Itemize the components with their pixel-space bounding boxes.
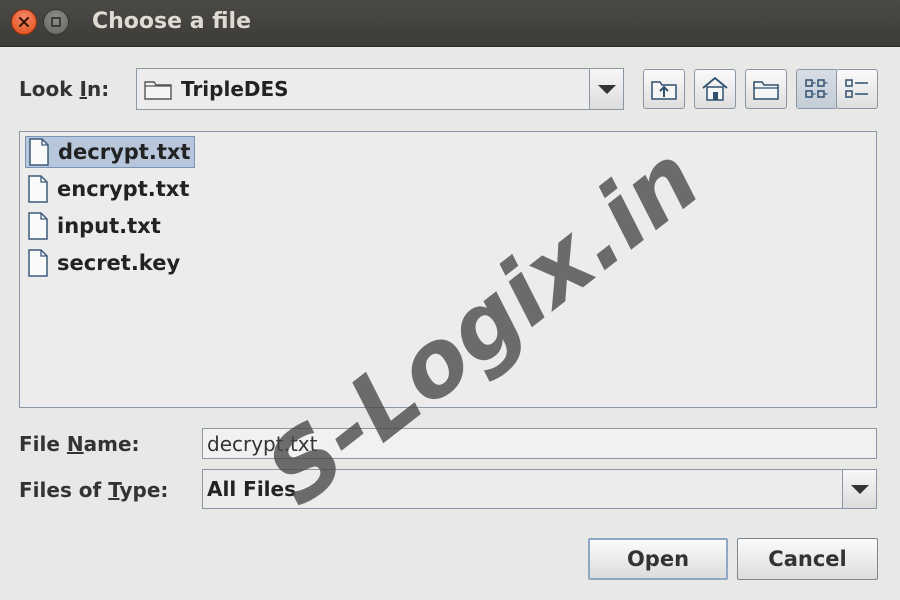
up-folder-icon bbox=[651, 81, 677, 100]
file-type-dropdown-button[interactable] bbox=[842, 470, 876, 508]
home-icon bbox=[702, 76, 728, 101]
details-view-icon bbox=[845, 79, 868, 98]
file-item-input[interactable]: input.txt bbox=[25, 210, 165, 242]
minimize-icon bbox=[51, 17, 61, 27]
title-bar: Choose a file bbox=[0, 0, 900, 47]
new-folder-button[interactable] bbox=[745, 69, 787, 109]
file-icon bbox=[28, 249, 48, 277]
file-item-encrypt[interactable]: encrypt.txt bbox=[25, 173, 193, 205]
file-icon bbox=[29, 138, 49, 166]
look-in-dropdown-button[interactable] bbox=[589, 69, 623, 109]
file-list[interactable]: decrypt.txt encrypt.txt input.txt secret… bbox=[19, 131, 877, 408]
open-button[interactable]: Open bbox=[588, 538, 728, 580]
file-name-input[interactable] bbox=[202, 428, 877, 459]
file-type-combobox[interactable]: All Files bbox=[202, 469, 877, 509]
details-view-button[interactable] bbox=[836, 69, 878, 109]
chevron-down-icon bbox=[597, 84, 616, 94]
file-name: input.txt bbox=[57, 214, 161, 238]
new-folder-icon bbox=[753, 81, 779, 100]
file-item-secret[interactable]: secret.key bbox=[25, 247, 184, 279]
file-icon bbox=[28, 212, 48, 240]
look-in-value: TripleDES bbox=[181, 77, 289, 101]
file-name: decrypt.txt bbox=[58, 140, 191, 164]
list-view-icon bbox=[805, 79, 828, 98]
home-button[interactable] bbox=[694, 69, 736, 109]
file-icon bbox=[28, 175, 48, 203]
list-view-button[interactable] bbox=[796, 69, 838, 109]
file-type-label: Files of Type: bbox=[19, 478, 169, 502]
close-window-button[interactable] bbox=[11, 9, 37, 35]
look-in-combobox[interactable]: TripleDES bbox=[136, 68, 624, 110]
file-item-decrypt[interactable]: decrypt.txt bbox=[25, 136, 196, 168]
chevron-down-icon bbox=[850, 484, 869, 494]
file-name-label: File Name: bbox=[19, 432, 140, 456]
close-icon bbox=[18, 16, 30, 28]
cancel-button[interactable]: Cancel bbox=[737, 538, 878, 580]
minimize-window-button[interactable] bbox=[43, 9, 69, 35]
file-name: secret.key bbox=[57, 251, 181, 275]
window-title: Choose a file bbox=[92, 9, 251, 34]
up-folder-button[interactable] bbox=[643, 69, 685, 109]
look-in-label: Look In: bbox=[19, 77, 110, 101]
folder-icon bbox=[144, 81, 172, 100]
file-name: encrypt.txt bbox=[57, 177, 190, 201]
file-type-value: All Files bbox=[207, 477, 296, 501]
